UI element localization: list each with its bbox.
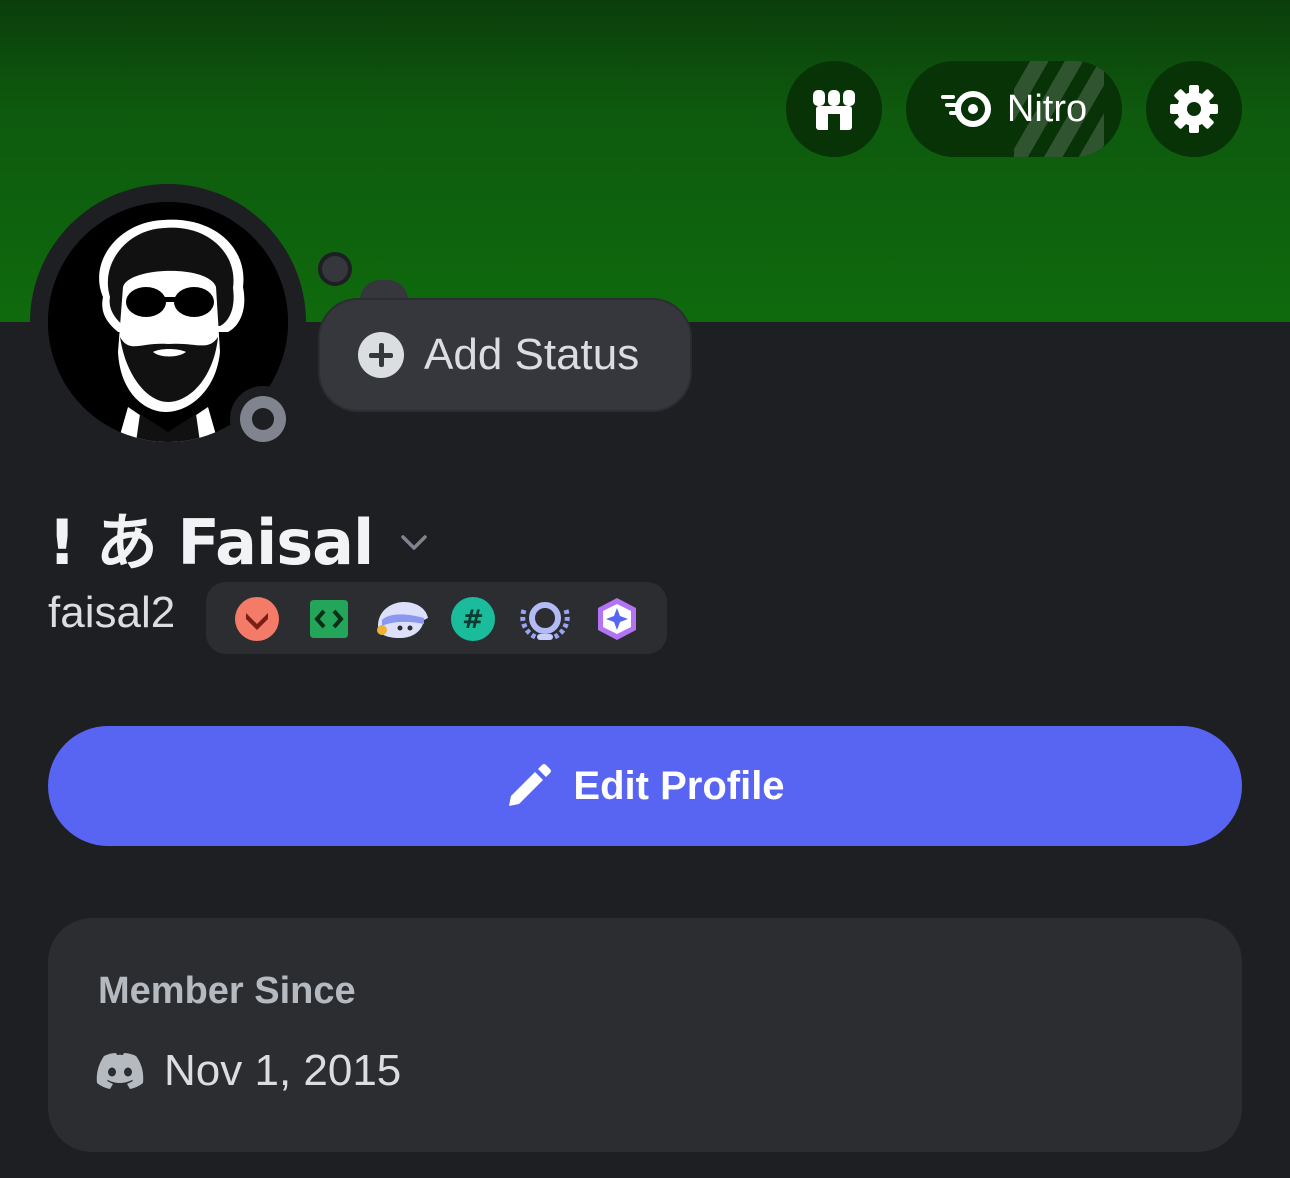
discord-icon bbox=[96, 1053, 144, 1089]
hypesquad-bravery-badge[interactable] bbox=[234, 596, 280, 642]
moderator-programs-badge[interactable]: # bbox=[450, 596, 496, 642]
display-name-row[interactable]: ! あ Faisal bbox=[48, 492, 431, 582]
nitro-button[interactable]: Nitro bbox=[906, 61, 1122, 157]
pencil-icon bbox=[509, 764, 552, 806]
member-since-row: Nov 1, 2015 bbox=[96, 1046, 401, 1096]
legacy-username-badge[interactable] bbox=[516, 596, 574, 642]
profile-screen: Nitro Add Status ! あ Faisal faisal2 # Ed… bbox=[0, 0, 1290, 1178]
status-bubble-dot bbox=[318, 252, 352, 286]
username[interactable]: faisal2 bbox=[48, 588, 175, 638]
svg-text:#: # bbox=[462, 605, 484, 635]
edit-profile-label: Edit Profile bbox=[573, 763, 785, 808]
display-name: ! あ Faisal bbox=[48, 506, 374, 579]
nitro-label: Nitro bbox=[1006, 87, 1088, 130]
active-developer-badge[interactable] bbox=[306, 596, 352, 642]
member-since-card: Member Since Nov 1, 2015 bbox=[48, 918, 1242, 1152]
shop-button[interactable] bbox=[786, 61, 882, 157]
member-since-title: Member Since bbox=[98, 970, 356, 1012]
quest-completed-badge[interactable] bbox=[372, 596, 430, 642]
add-status-button[interactable]: Add Status bbox=[318, 298, 692, 412]
plus-circle-icon bbox=[358, 332, 404, 378]
chevron-down-icon[interactable] bbox=[397, 525, 431, 559]
nitro-icon bbox=[940, 91, 991, 127]
shop-icon bbox=[813, 90, 855, 130]
settings-button[interactable] bbox=[1146, 61, 1242, 157]
presence-offline-indicator bbox=[240, 396, 286, 442]
gear-icon bbox=[1170, 85, 1218, 133]
edit-profile-button[interactable]: Edit Profile bbox=[48, 726, 1242, 846]
add-status-label: Add Status bbox=[424, 330, 640, 379]
badge-list: # bbox=[206, 582, 667, 654]
nitro-subscriber-badge[interactable] bbox=[594, 596, 640, 642]
member-since-date: Nov 1, 2015 bbox=[164, 1046, 402, 1095]
